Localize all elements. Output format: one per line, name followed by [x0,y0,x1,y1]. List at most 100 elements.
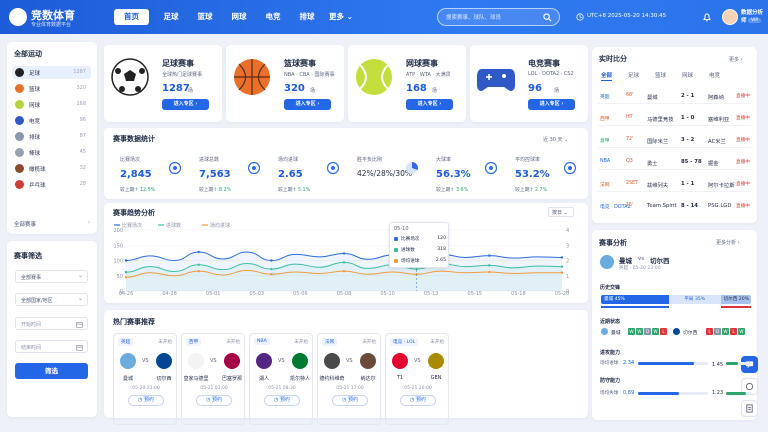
sidebar-item[interactable]: 乒乓球 28 [12,178,91,191]
chevron-right-icon: › [740,57,743,63]
sport-card-subtitle: LOL · DOTA2 · CS2 [528,71,574,77]
stats-range-select[interactable]: 近 30 天 ⌄ [543,136,568,143]
y-tick-right: 1 [566,274,569,280]
live-score-row[interactable]: 意甲 72' 国际米兰 3 - 2 AC米兰 直播中 [598,132,751,148]
home-team: 国际米兰 [647,139,669,145]
league-badge: 西甲 [186,338,202,346]
match-minute: 68' [626,93,634,98]
nav-football[interactable]: 足球 [159,9,183,25]
enter-zone-button[interactable]: 进入专区 › [528,99,575,110]
sport-card-unit: 场 [310,88,316,94]
sport-card-count: 168 [406,83,427,94]
reserve-label: 预约 [143,397,154,403]
stat-compare: 较上期↑ 12.5% [120,186,192,193]
live-score-row[interactable]: 电竞 · DOTA2 15' Team Spirit 8 - 14 PSG.LGD 直播中 [598,198,751,214]
attack-title: 进攻能力 [600,350,621,356]
match-card[interactable]: 英超 未开始 VS 曼城 切尔西 05-20 23:00 ◷ 预约 [113,333,177,425]
sidebar-item-label: 足球 [29,71,41,77]
form-result-badge: W [738,328,745,335]
live-tab[interactable]: 电竞 [709,71,720,79]
sidebar-item[interactable]: 网球 168 [12,98,91,111]
event-type-select[interactable]: 全部赛事 ⌄ [15,270,88,283]
start-date-input[interactable]: 开始时间 [15,317,88,330]
h2h-away-bar: 切尔西 20% [721,295,751,304]
live-score-row[interactable]: 西甲 HT 马德里竞技 1 - 0 塞维利亚 直播中 [598,110,751,126]
form-result-badge: D [644,328,651,335]
data-point [415,267,418,271]
live-score-row[interactable]: NBA Q3 勇士 85 - 78 掘金 直播中 [598,154,751,170]
sport-icon [15,116,24,125]
sidebar-item[interactable]: 橄榄球 32 [12,162,91,175]
sidebar-item[interactable]: 棒球 45 [12,146,91,159]
live-tab[interactable]: 全部 [601,71,613,81]
stat-compare: 较上期↑ 8.2% [199,186,271,193]
attack-away-value: 1.45 [712,362,724,368]
reserve-button[interactable]: ◷ 预约 [196,395,232,406]
y-tick-left: 150 [113,243,123,249]
away-team-name: 凯尔特人 [289,376,310,382]
home-team-logo [256,353,272,369]
reserve-button[interactable]: ◷ 预约 [400,395,436,406]
live-tab[interactable]: 网球 [682,71,693,79]
away-team-name: 切尔西 [650,257,670,265]
match-card[interactable]: 电竞 · LOL 未开始 VS T1 GEN 05-21 20:00 ◷ 预约 [385,333,449,425]
live-more-link[interactable]: 更多 › [729,56,743,63]
match-card[interactable]: NBA 未开始 VS 湖人 凯尔特人 05-21 08:30 ◷ 预约 [249,333,313,425]
search-input[interactable]: 搜索赛事、球队、球员 [437,8,560,26]
nav-esports[interactable]: 电竞 [261,9,285,25]
chevron-right-icon: › [737,240,740,246]
versus-label: VS [414,358,421,364]
avatar[interactable] [722,9,738,25]
region-select[interactable]: 全部国家/地区 ⌄ [15,293,88,306]
stat-delta: ↑ 8.2% [213,188,232,193]
all-events-link[interactable]: 全部赛事 [14,220,36,228]
sidebar-item[interactable]: 足球 1287 [12,66,91,79]
live-status: 直播中 [736,116,750,121]
nav-more[interactable]: 更多 ⌄ [329,9,355,25]
sport-list-title: 全部运动 [14,50,42,58]
nav-home[interactable]: 首页 [114,9,149,25]
reserve-button[interactable]: ◷ 预约 [332,395,368,406]
analysis-more-link[interactable]: 更多分析 › [716,239,740,246]
sidebar-item-label: 棒球 [29,151,41,157]
filter-button[interactable]: 筛选 [15,363,88,379]
match-card[interactable]: 西甲 未开始 VS 皇家马德里 巴塞罗那 05-21 03:00 ◷ 预约 [181,333,245,425]
sport-card-unit: 场 [554,88,560,94]
nav-basketball[interactable]: 篮球 [193,9,217,25]
match-time: 05-21 17:00 [336,386,364,391]
live-score-row[interactable]: 法网 2SET 兹维列夫 1 - 1 阿尔卡拉斯 直播中 [598,176,751,192]
y-tick-right: 2 [566,259,569,265]
match-status: 未开始 [362,340,376,345]
form-away-logo [673,328,680,335]
series-area [126,262,562,291]
analysis-more-label: 更多分析 [716,240,737,246]
sidebar-item[interactable]: 电竞 96 [12,114,91,127]
end-date-input[interactable]: 结束时间 [15,340,88,353]
feedback-button[interactable] [741,400,758,417]
tooltip-date: 05-10 [394,226,409,232]
data-point [488,254,491,257]
sport-icon [15,132,24,141]
enter-zone-button[interactable]: 进入专区 › [284,99,331,110]
search-icon[interactable] [543,13,552,22]
nav-tennis[interactable]: 网球 [227,9,251,25]
live-score-row[interactable]: 英超 68' 曼城 2 - 1 阿森纳 直播中 [598,88,751,104]
x-tick: 05-06 [293,291,308,297]
sidebar-item[interactable]: 排球 87 [12,130,91,143]
bell-icon[interactable] [702,12,712,22]
match-status: 未开始 [430,340,444,345]
x-tick: 05-15 [468,291,483,297]
league-badge: NBA [254,338,270,345]
reserve-button[interactable]: ◷ 预约 [128,395,164,406]
live-tab[interactable]: 足球 [628,71,639,79]
sidebar-item[interactable]: 篮球 320 [12,82,91,95]
stat-delta: ↑ 5.1% [292,188,311,193]
enter-zone-button[interactable]: 进入专区 › [162,99,209,110]
tooltip-label: 比赛场次 [401,237,420,242]
reserve-button[interactable]: ◷ 预约 [264,395,300,406]
enter-zone-button[interactable]: 进入专区 › [406,99,453,110]
match-card[interactable]: 法网 未开始 VS 德约科维奇 纳达尔 05-21 17:00 ◷ 预约 [317,333,381,425]
live-tab[interactable]: 篮球 [655,71,666,79]
app-tagline: 专业体育数据平台 [31,22,72,28]
nav-volleyball[interactable]: 排球 [295,9,319,25]
